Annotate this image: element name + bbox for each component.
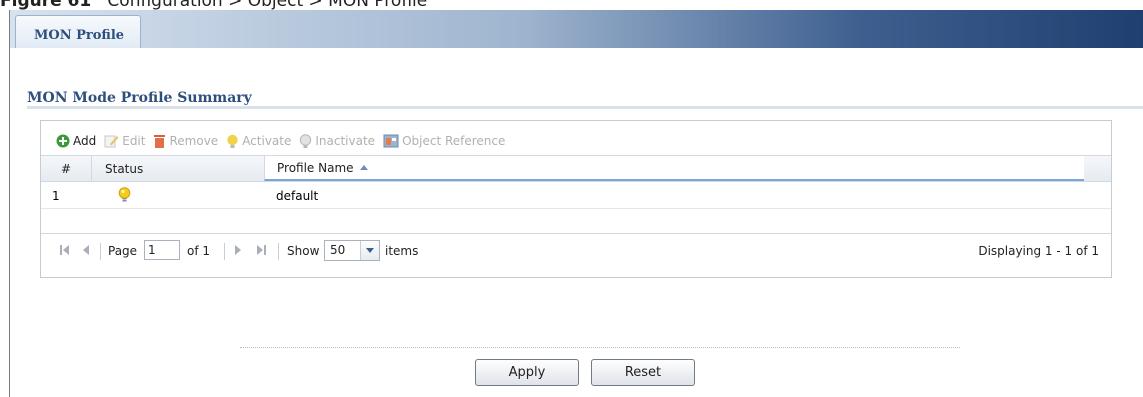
page-count-label: of 1: [187, 244, 211, 258]
object-reference-icon: [383, 134, 399, 148]
page-label: Page: [108, 244, 138, 258]
apply-button[interactable]: Apply: [475, 359, 579, 386]
active-bulb-icon: [118, 187, 131, 206]
bulb-off-icon: [300, 133, 312, 148]
edit-button[interactable]: Edit: [104, 134, 145, 148]
add-button[interactable]: Add: [56, 134, 96, 148]
form-divider: [240, 347, 960, 349]
table-row[interactable]: 1 default: [41, 182, 1111, 209]
activate-button[interactable]: Activate: [226, 134, 291, 149]
tab-bar: MON Profile: [10, 10, 1143, 48]
tab-mon-profile[interactable]: MON Profile: [15, 15, 141, 48]
last-page-icon[interactable]: [255, 243, 267, 260]
main-panel: MON Profile MON Mode Profile Summary Add…: [9, 10, 1143, 397]
figure-caption: Figure 61 Configuration > Object > MON P…: [0, 0, 427, 11]
bulb-on-icon: [227, 134, 238, 148]
displaying-status: Displaying 1 - 1 of 1: [978, 244, 1099, 258]
items-per-page-select[interactable]: 50: [324, 240, 380, 261]
table-toolbar: Add Edit Remove Activate Inactivate Obje…: [41, 121, 1111, 155]
trash-icon: [154, 134, 166, 148]
row-profile-name: default: [276, 189, 319, 203]
sort-ascending-icon: [359, 165, 368, 170]
column-header-profile-name[interactable]: Profile Name: [264, 156, 1084, 181]
section-title: MON Mode Profile Summary: [27, 90, 252, 106]
column-header-index[interactable]: #: [61, 162, 71, 176]
object-reference-button[interactable]: Object Reference: [383, 134, 505, 148]
object-reference-label: Object Reference: [402, 134, 506, 148]
row-index: 1: [52, 189, 60, 203]
pager-separator: [278, 243, 279, 260]
table-header: # Status Profile Name: [41, 155, 1111, 182]
pager-separator: [224, 243, 225, 260]
remove-label: Remove: [169, 134, 219, 148]
activate-label: Activate: [242, 134, 292, 148]
show-label: Show: [287, 244, 320, 258]
items-label: items: [385, 244, 419, 258]
previous-page-icon[interactable]: [81, 243, 91, 260]
first-page-icon[interactable]: [59, 243, 71, 260]
pager-separator: [100, 243, 101, 260]
inactivate-button[interactable]: Inactivate: [299, 133, 376, 149]
add-label: Add: [73, 134, 97, 148]
remove-button[interactable]: Remove: [153, 134, 218, 149]
chevron-down-icon: [360, 241, 379, 260]
column-divider: [91, 156, 92, 181]
reset-button[interactable]: Reset: [591, 359, 695, 386]
items-per-page-value: 50: [330, 243, 346, 257]
inactivate-label: Inactivate: [315, 134, 376, 148]
column-header-profile-name-label: Profile Name: [277, 161, 354, 175]
pagination-bar: Page 1 of 1 Show 50 items Displaying 1 -…: [41, 233, 1111, 267]
add-icon: [56, 134, 70, 148]
section-divider: [27, 106, 1143, 109]
edit-icon: [104, 135, 119, 148]
column-header-status[interactable]: Status: [105, 162, 143, 176]
page-number-input[interactable]: 1: [144, 240, 180, 260]
edit-label: Edit: [122, 134, 146, 148]
profile-table: Add Edit Remove Activate Inactivate Obje…: [40, 120, 1112, 278]
next-page-icon[interactable]: [233, 243, 243, 260]
